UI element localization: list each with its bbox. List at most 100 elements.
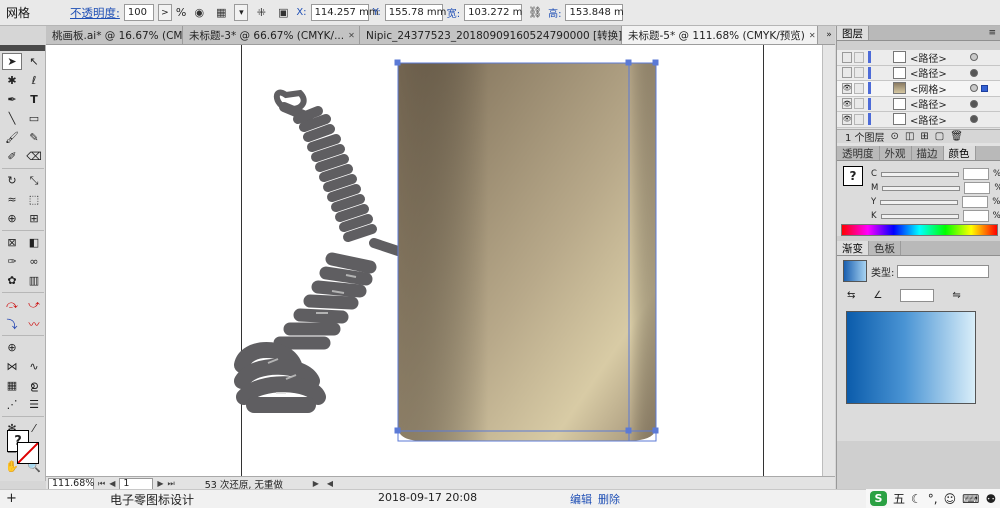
channel-input[interactable] [962, 196, 989, 208]
y-input[interactable]: 155.78 mm [384, 4, 446, 21]
eraser-icon[interactable]: ⌫ [24, 148, 44, 165]
visibility-toggle[interactable] [842, 51, 852, 63]
layer-row[interactable]: <路径> [837, 50, 1000, 66]
lock-toggle[interactable] [854, 98, 864, 110]
device-body[interactable] [398, 63, 656, 441]
gradient-icon[interactable]: ◧ [24, 234, 44, 251]
perspective-icon[interactable]: ⊞ [24, 210, 44, 227]
pen-icon[interactable]: ✒ [2, 91, 22, 108]
delete-link[interactable]: 删除 [598, 491, 620, 507]
reference-point-icon[interactable]: ⁜ [252, 4, 270, 22]
color-spectrum[interactable] [841, 224, 998, 236]
direct-selection-icon[interactable]: ↖ [24, 53, 44, 70]
visibility-toggle[interactable] [842, 67, 852, 79]
opacity-link[interactable]: 不透明度: [70, 5, 120, 21]
tab-gradient[interactable]: 渐变 [837, 241, 869, 255]
crosshair-icon[interactable]: ⊕ [2, 339, 22, 356]
reverse-gradient-icon[interactable]: ⇆ [847, 290, 855, 301]
gradient-preview-swatch[interactable] [843, 260, 867, 282]
rectangle-icon[interactable]: ▭ [24, 110, 44, 127]
gradient-type-select[interactable] [897, 265, 990, 278]
eye-icon[interactable]: 👁 [842, 113, 852, 125]
tab-swatches[interactable]: 色板 [869, 241, 901, 255]
channel-slider[interactable] [880, 213, 959, 219]
user-icon[interactable]: ⚉ [985, 492, 996, 506]
list-icon[interactable]: ☰ [24, 396, 44, 413]
emoji-icon[interactable]: ☺ [944, 492, 957, 506]
live-paint-select-icon[interactable]: ⤻ [24, 296, 44, 313]
envelope-icon[interactable]: ⋈ [2, 358, 22, 375]
symbol-sprayer-icon[interactable]: ✿ [2, 272, 22, 289]
height-input[interactable]: 153.848 m [565, 4, 624, 21]
link-proportions-icon[interactable]: ⛓ [526, 4, 544, 22]
width-input[interactable]: 103.272 m [464, 4, 522, 21]
wave-icon[interactable]: ∿ [24, 358, 44, 375]
locate-object-icon[interactable]: ⊙ [891, 131, 899, 142]
panel-menu-icon[interactable]: ≡ [984, 26, 1000, 40]
x-input[interactable]: 114.257 mm [310, 4, 379, 21]
edit-link[interactable]: 编辑 [570, 491, 592, 507]
target-icon[interactable] [970, 115, 978, 124]
lock-toggle[interactable] [854, 113, 864, 125]
type-icon[interactable]: T [24, 91, 44, 108]
tab-color[interactable]: 颜色 [943, 146, 976, 160]
tab-overflow-icon[interactable]: » [823, 26, 835, 44]
line-icon[interactable]: ╲ [2, 110, 22, 127]
width-tool-icon[interactable]: ⤵ [2, 315, 22, 332]
target-icon[interactable] [970, 53, 978, 62]
last-page-icon[interactable]: ⏭ [168, 479, 175, 489]
tab-document-1[interactable]: 桃画板.ai* @ 16.67% (CM... ✕ [46, 26, 203, 44]
ime-mode[interactable]: 五 [893, 490, 905, 507]
tab-appearance[interactable]: 外观 [880, 146, 912, 160]
warp-icon[interactable]: ≈ [2, 191, 22, 208]
tab-stroke[interactable]: 描边 [912, 146, 944, 160]
aspect-ratio-icon[interactable]: ⇋ [952, 290, 960, 301]
tab-document-2[interactable]: 未标题-3* @ 66.67% (CMYK/... ✕ [183, 26, 360, 44]
selection-arrow-icon[interactable]: ➤ [2, 53, 22, 70]
moon-icon[interactable]: ☾ [911, 492, 922, 506]
vertical-scrollbar[interactable] [822, 45, 835, 476]
opacity-dropdown-icon[interactable]: > [157, 4, 172, 21]
twirl-icon[interactable]: ഉ [24, 377, 44, 394]
sogou-logo-icon[interactable]: S [870, 491, 887, 506]
layer-row[interactable]: 👁 <路径> [837, 96, 1000, 112]
column-graph-icon[interactable]: ▥ [24, 272, 44, 289]
opacity-input[interactable]: 100 [123, 4, 154, 21]
tab-document-4[interactable]: 未标题-5* @ 111.68% (CMYK/预览) ✕ [622, 26, 818, 44]
layer-row-selected[interactable]: 👁 <网格> [837, 81, 1000, 97]
punctuation-icon[interactable]: °, [928, 492, 938, 506]
next-page-icon[interactable]: ▶ [157, 479, 163, 488]
lock-toggle[interactable] [854, 82, 864, 94]
paintbrush-icon[interactable]: 🖌 [2, 129, 22, 146]
scroll-left-icon[interactable]: ◀ [327, 479, 333, 488]
clipping-mask-icon[interactable]: ◫ [905, 131, 914, 142]
close-icon[interactable]: ✕ [348, 31, 355, 40]
channel-input[interactable] [964, 182, 991, 194]
tab-transparency[interactable]: 透明度 [837, 146, 880, 160]
eye-icon[interactable]: 👁 [842, 82, 852, 94]
blend-icon[interactable]: ∞ [24, 253, 44, 270]
free-transform-icon[interactable]: ⬚ [24, 191, 44, 208]
eyedropper-icon[interactable]: ✑ [2, 253, 22, 270]
rotate-icon[interactable]: ↻ [2, 172, 22, 189]
channel-input[interactable] [962, 168, 989, 180]
target-icon[interactable] [970, 68, 978, 77]
color-fill-swatch[interactable]: ? [843, 166, 863, 186]
channel-slider[interactable] [880, 199, 959, 205]
blob-brush-icon[interactable]: ✐ [2, 148, 22, 165]
shape-builder-icon[interactable]: ⊕ [2, 210, 22, 227]
grid-icon[interactable]: ▦ [2, 377, 22, 394]
gradient-slider-preview[interactable] [846, 311, 976, 404]
lock-toggle[interactable] [854, 67, 864, 79]
new-sublayer-icon[interactable]: ⊞ [920, 131, 928, 142]
page-select[interactable]: 1 [119, 477, 154, 490]
canvas[interactable] [46, 45, 835, 476]
new-layer-icon[interactable]: ▢ [935, 131, 944, 142]
stroke-swatch[interactable] [17, 442, 39, 464]
mesh-icon[interactable]: ⊠ [2, 234, 22, 251]
layer-row[interactable]: 👁 <路径> [837, 112, 1000, 128]
lasso-icon[interactable]: ℓ [24, 72, 44, 89]
target-icon[interactable] [970, 99, 978, 108]
align-icon[interactable]: ▦ [212, 4, 230, 22]
prev-page-icon[interactable]: ◀ [109, 479, 115, 488]
